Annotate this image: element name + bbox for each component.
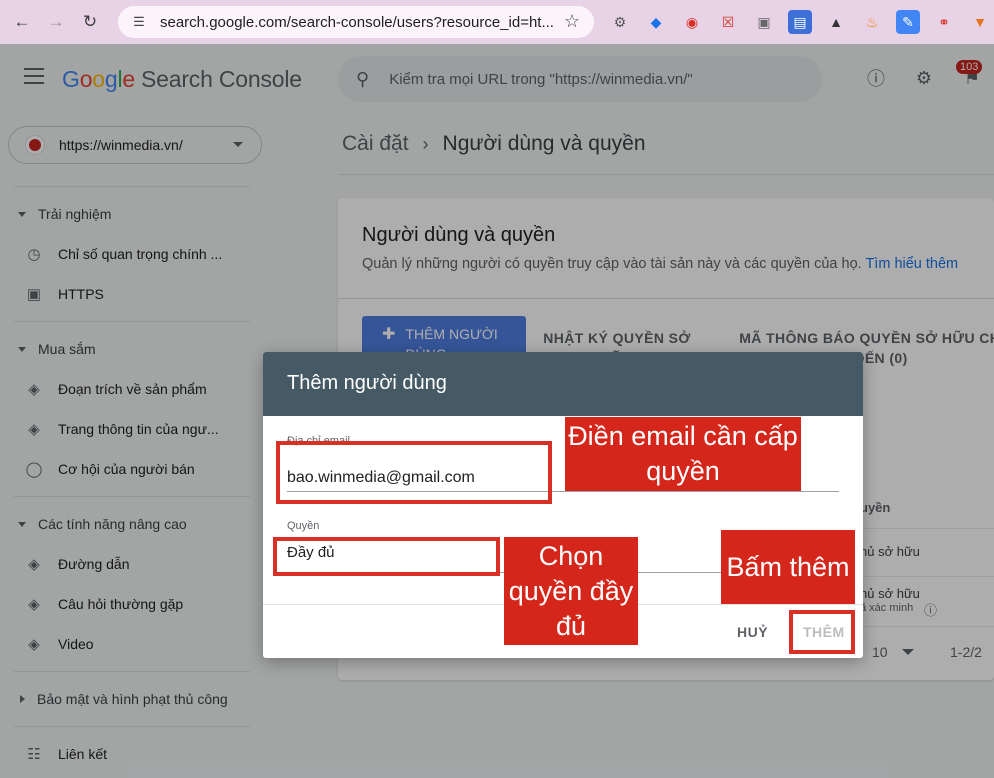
- window-ext-icon[interactable]: ▤: [788, 10, 812, 34]
- permission-field-label: Quyền: [287, 520, 320, 532]
- dialog-title: Thêm người dùng: [263, 352, 863, 416]
- browser-toolbar: ← → ↻ ☰ search.google.com/search-console…: [0, 0, 994, 44]
- tag-ext-icon[interactable]: ◆: [644, 10, 668, 34]
- camera-ext-icon[interactable]: ▣: [752, 10, 776, 34]
- extensions-bar: ⚙ ◆ ◉ ☒ ▣ ▤ ▲ ♨ ✎ ⚭ ▼: [608, 10, 992, 34]
- fox-ext-icon[interactable]: ▼: [968, 10, 992, 34]
- cancel-button[interactable]: HUỶ: [737, 624, 768, 640]
- block-ext-icon[interactable]: ☒: [716, 10, 740, 34]
- bookmark-star-icon[interactable]: ☆: [564, 11, 580, 32]
- spy-ext-icon[interactable]: ▲: [824, 10, 848, 34]
- forward-icon[interactable]: →: [42, 8, 70, 36]
- reload-icon[interactable]: ↻: [76, 8, 104, 36]
- email-callout: Điền email cần cấp quyền: [565, 417, 801, 491]
- email-highlight-box: [276, 441, 552, 504]
- fire-ext-icon[interactable]: ♨: [860, 10, 884, 34]
- address-bar[interactable]: ☰ search.google.com/search-console/users…: [118, 6, 594, 38]
- add-callout: Bấm thêm: [721, 530, 855, 604]
- site-info-icon[interactable]: ☰: [130, 13, 148, 31]
- settings-ext-icon[interactable]: ⚙: [608, 10, 632, 34]
- back-icon[interactable]: ←: [8, 8, 36, 36]
- translate-ext-icon[interactable]: ✎: [896, 10, 920, 34]
- url-text[interactable]: search.google.com/search-console/users?r…: [160, 14, 560, 31]
- link-ext-icon[interactable]: ⚭: [932, 10, 956, 34]
- shield-ext-icon[interactable]: ◉: [680, 10, 704, 34]
- add-button-highlight-box: [789, 610, 855, 654]
- permission-callout: Chọn quyền đầy đủ: [504, 537, 638, 645]
- permission-highlight-box: [273, 537, 500, 576]
